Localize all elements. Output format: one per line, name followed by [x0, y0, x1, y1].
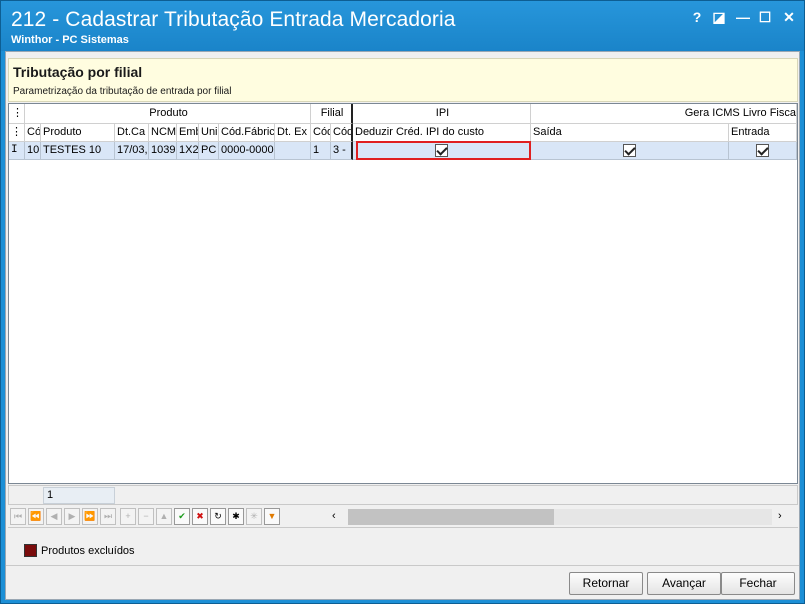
- cell-emb[interactable]: 1X2: [177, 142, 199, 160]
- cell-dtcad[interactable]: 17/03,: [115, 142, 149, 160]
- cell-codfab[interactable]: 0000-0000: [219, 142, 275, 160]
- page-description: Parametrização da tributação de entrada …: [13, 86, 232, 97]
- grid-footer: 1: [8, 485, 798, 505]
- cell-produto[interactable]: TESTES 10: [41, 142, 115, 160]
- avancar-button[interactable]: Avançar: [647, 572, 721, 595]
- prev-record-icon[interactable]: ◀: [46, 508, 62, 525]
- header-panel: Tributação por filial Parametrização da …: [8, 58, 798, 102]
- band-ipi: IPI: [353, 104, 531, 124]
- col-dtexc[interactable]: Dt. Ex: [275, 124, 311, 142]
- col-ncm[interactable]: NCM: [149, 124, 177, 142]
- legend-swatch: [24, 544, 37, 557]
- retornar-button[interactable]: Retornar: [569, 572, 643, 595]
- title-bar: 212 - Cadastrar Tributação Entrada Merca…: [1, 1, 804, 51]
- col-emb[interactable]: Emb: [177, 124, 199, 142]
- cell-dtexc[interactable]: [275, 142, 311, 160]
- col-dtcad[interactable]: Dt.Ca: [115, 124, 149, 142]
- scrollbar-thumb[interactable]: [348, 509, 554, 525]
- grid-band-row: ⋮ Produto Filial IPI Gera ICMS Livro Fis…: [9, 104, 797, 124]
- horizontal-scrollbar[interactable]: [348, 509, 772, 525]
- cell-codfil[interactable]: 1: [311, 142, 331, 160]
- cell-entrada[interactable]: [729, 142, 797, 160]
- next-record-icon[interactable]: ▶: [64, 508, 80, 525]
- row-indicator: I: [9, 142, 25, 160]
- scroll-right-icon[interactable]: ›: [778, 510, 782, 522]
- col-entrada[interactable]: Entrada: [729, 124, 797, 142]
- col-deduzir[interactable]: Deduzir Créd. IPI do custo: [353, 124, 531, 142]
- entrada-checkbox[interactable]: [756, 144, 769, 157]
- delete-icon[interactable]: −: [138, 508, 154, 525]
- band-filial: Filial: [311, 104, 353, 124]
- page-title: Tributação por filial: [13, 64, 143, 80]
- edit-icon[interactable]: ▲: [156, 508, 172, 525]
- col-codfil2[interactable]: Cód: [331, 124, 353, 142]
- window-subtitle: Winthor - PC Sistemas: [11, 34, 129, 46]
- next-page-icon[interactable]: ⏩: [82, 508, 98, 525]
- legend-label: Produtos excluídos: [41, 545, 135, 557]
- minimize-icon[interactable]: —: [735, 9, 751, 25]
- col-saida[interactable]: Saída: [531, 124, 729, 142]
- close-icon[interactable]: ✕: [781, 9, 797, 25]
- cell-cod[interactable]: 10: [25, 142, 41, 160]
- cancel-icon[interactable]: ✖: [192, 508, 208, 525]
- last-page-icon[interactable]: ⏭: [100, 508, 116, 525]
- prev-page-icon[interactable]: ⏪: [28, 508, 44, 525]
- window-title: 212 - Cadastrar Tributação Entrada Merca…: [11, 8, 456, 31]
- column-chooser-icon[interactable]: ⋮: [9, 104, 25, 124]
- cell-saida[interactable]: [531, 142, 729, 160]
- first-page-icon[interactable]: ⏮: [10, 508, 26, 525]
- grid-navigator: ⏮ ⏪ ◀ ▶ ⏩ ⏭ + − ▲ ✔ ✖ ↻ ✱ ✳ ▼ ‹ ›: [8, 506, 798, 528]
- bookmark-icon[interactable]: ✱: [228, 508, 244, 525]
- cell-codfil2[interactable]: 3 -: [331, 142, 353, 160]
- goto-bookmark-icon[interactable]: ✳: [246, 508, 262, 525]
- tributacao-grid[interactable]: ⋮ Produto Filial IPI Gera ICMS Livro Fis…: [8, 103, 798, 484]
- col-unid[interactable]: Uni: [199, 124, 219, 142]
- band-gera-icms: Gera ICMS Livro Fisca: [531, 104, 797, 124]
- col-produto[interactable]: Produto: [41, 124, 115, 142]
- scroll-left-icon[interactable]: ‹: [332, 510, 336, 522]
- cell-ncm[interactable]: 1039: [149, 142, 177, 160]
- refresh-icon[interactable]: ↻: [210, 508, 226, 525]
- col-cod[interactable]: Cód: [25, 124, 41, 142]
- cell-unid[interactable]: PC: [199, 142, 219, 160]
- help-icon[interactable]: ?: [689, 9, 705, 25]
- insert-icon[interactable]: +: [120, 508, 136, 525]
- col-codfab[interactable]: Cód.Fábric: [219, 124, 275, 142]
- row-header-icon[interactable]: ⋮: [9, 124, 25, 142]
- band-produto: Produto: [25, 104, 311, 124]
- saida-checkbox[interactable]: [623, 144, 636, 157]
- fechar-button[interactable]: Fechar: [721, 572, 795, 595]
- highlight-box: [356, 141, 531, 160]
- filter-icon[interactable]: ▼: [264, 508, 280, 525]
- restore-icon[interactable]: ◪: [711, 9, 727, 25]
- col-codfil[interactable]: Cód: [311, 124, 331, 142]
- client-area: Tributação por filial Parametrização da …: [5, 51, 800, 600]
- grid-header-row: ⋮ Cód Produto Dt.Ca NCM Emb Uni Cód.Fábr…: [9, 124, 797, 142]
- post-icon[interactable]: ✔: [174, 508, 190, 525]
- maximize-icon[interactable]: ☐: [757, 9, 773, 25]
- footer-count: 1: [43, 487, 115, 504]
- app-window: 212 - Cadastrar Tributação Entrada Merca…: [0, 0, 805, 604]
- button-bar: Retornar Avançar Fechar: [6, 565, 799, 599]
